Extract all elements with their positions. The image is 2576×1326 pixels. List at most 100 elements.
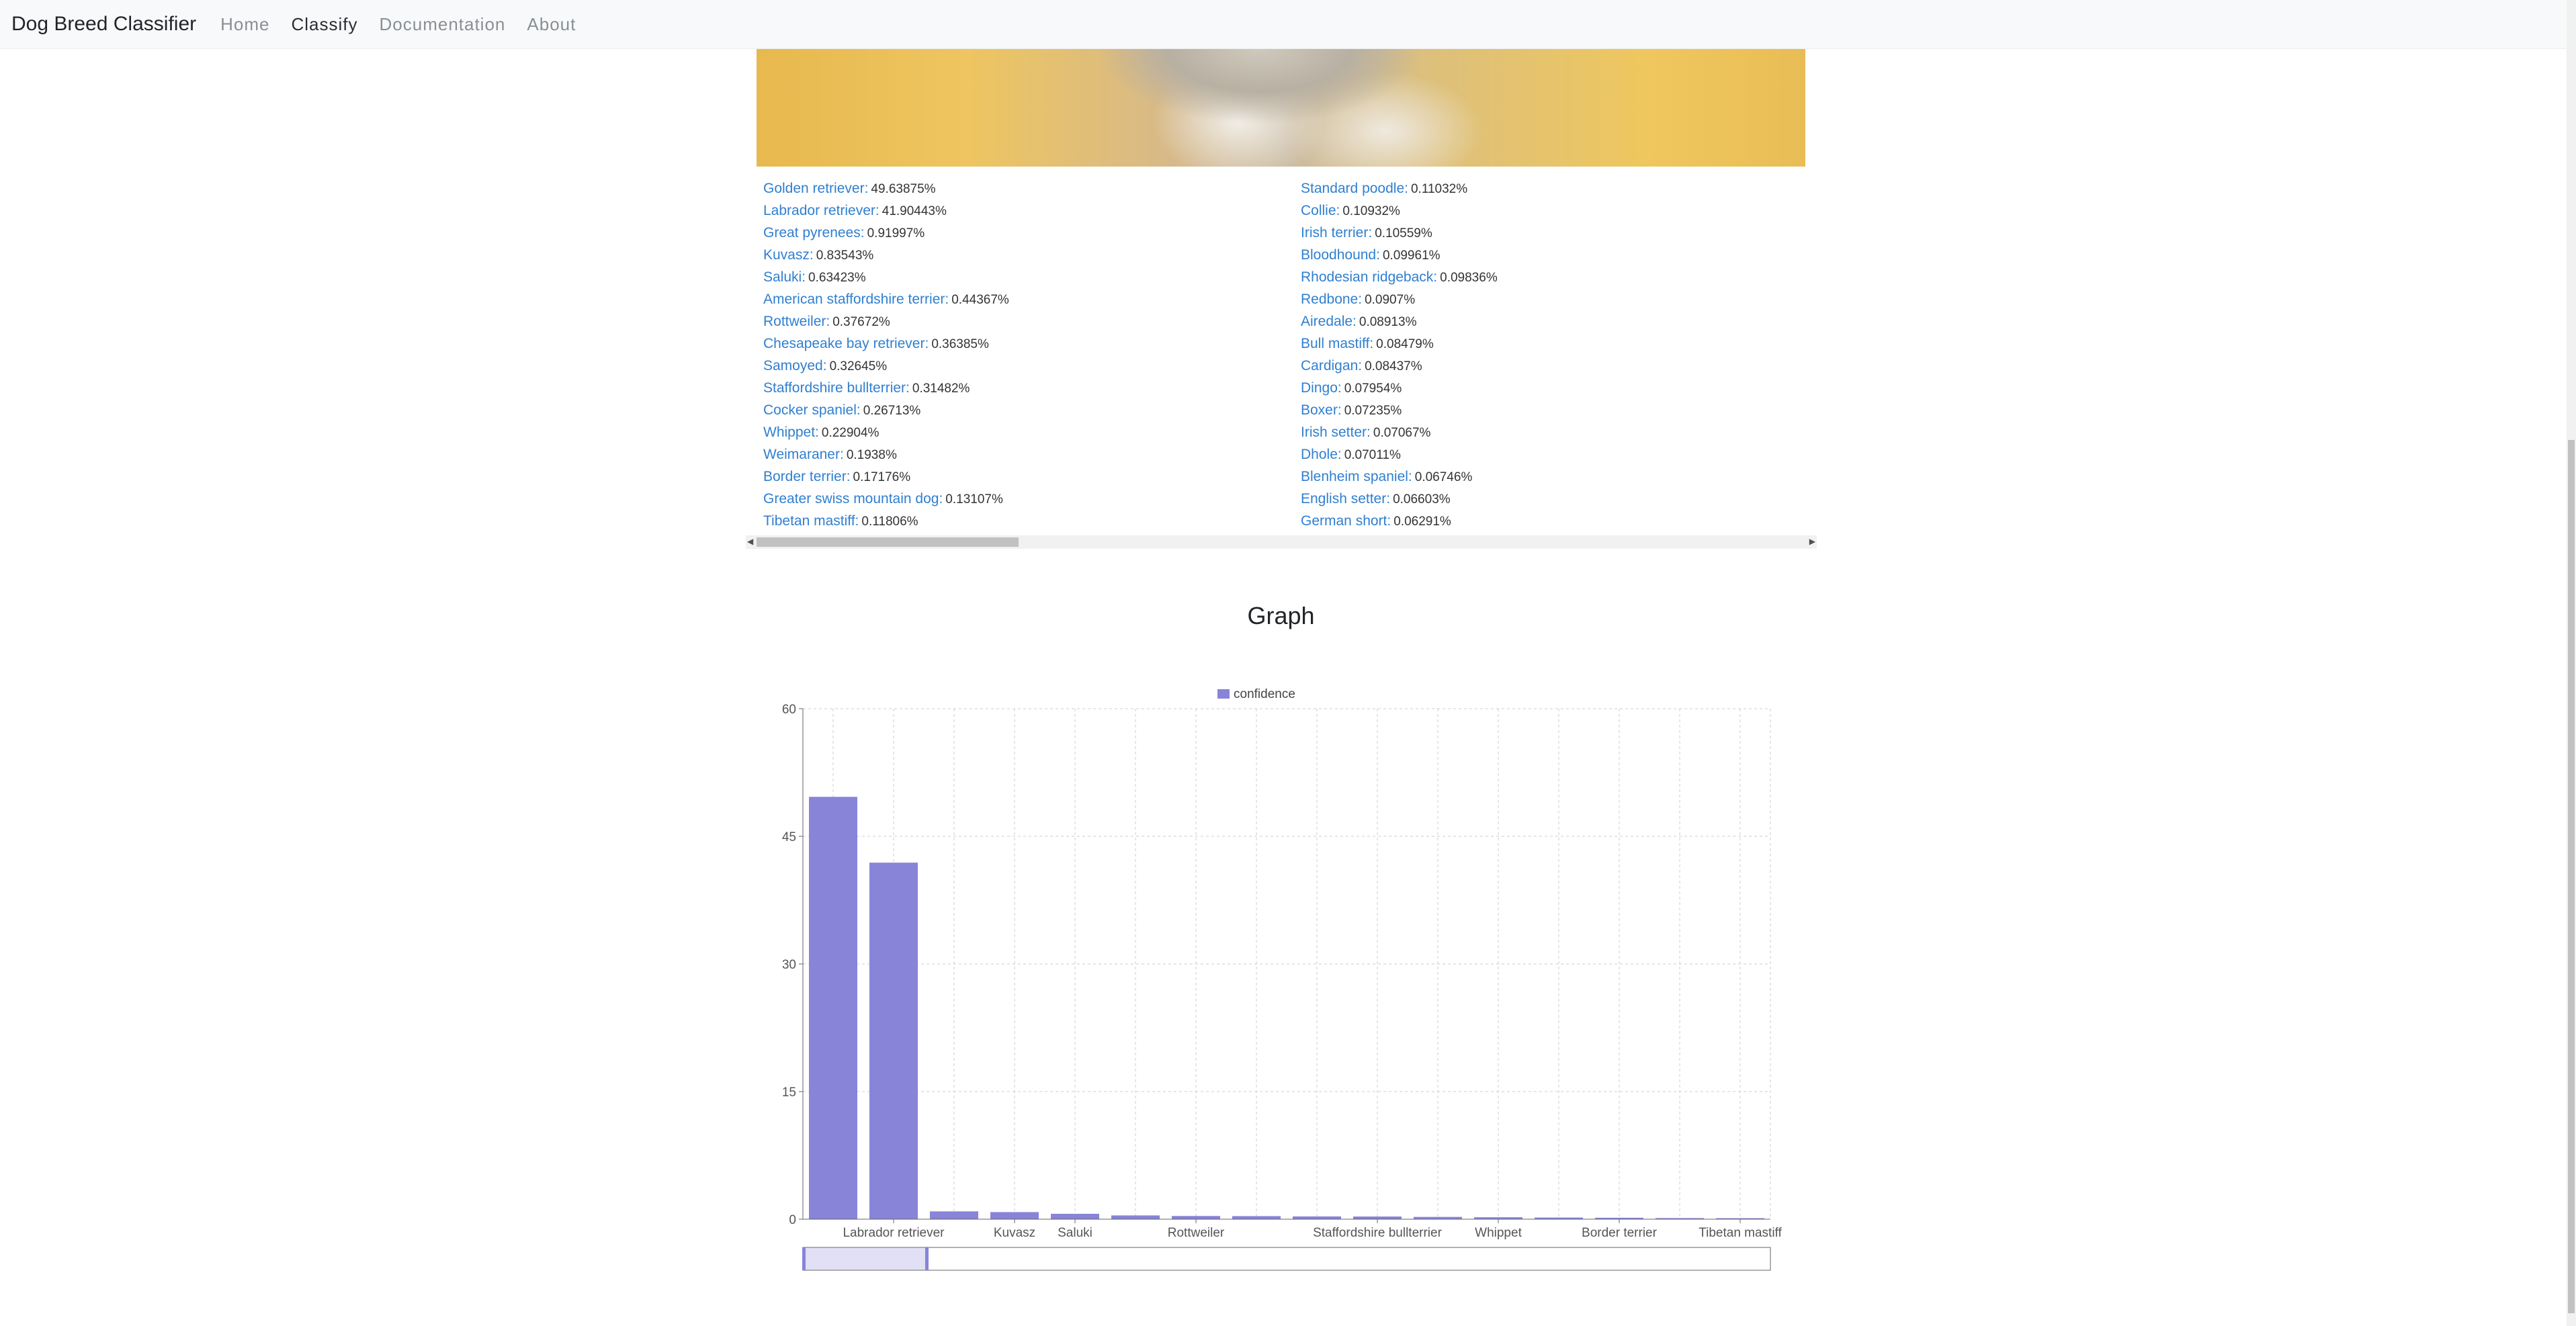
breed-link[interactable]: Rhodesian ridgeback:: [1301, 269, 1437, 285]
breed-link[interactable]: Blenheim spaniel:: [1301, 469, 1412, 484]
nav-classify[interactable]: Classify: [291, 14, 357, 35]
brush[interactable]: [802, 1247, 1771, 1271]
scroll-right-arrow-icon[interactable]: ▶: [1809, 537, 1815, 546]
breed-link[interactable]: Boxer:: [1301, 402, 1342, 418]
prediction-item: Staffordshire bullterrier: 0.31482%: [763, 377, 1009, 399]
breed-confidence: 0.09961%: [1382, 249, 1441, 263]
breed-link[interactable]: Dhole:: [1301, 447, 1342, 462]
breed-link[interactable]: Cardigan:: [1301, 358, 1362, 373]
breed-confidence: 0.09836%: [1440, 271, 1498, 285]
prediction-item: Bull mastiff: 0.08479%: [1301, 333, 1498, 355]
breed-link[interactable]: Weimaraner:: [763, 447, 844, 462]
breed-link[interactable]: Irish setter:: [1301, 425, 1371, 440]
breed-link[interactable]: Airedale:: [1301, 314, 1357, 329]
prediction-item: Labrador retriever: 41.90443%: [763, 200, 1009, 222]
prediction-item: Blenheim spaniel: 0.06746%: [1301, 466, 1498, 488]
horizontal-scroll-thumb[interactable]: [757, 537, 1019, 547]
breed-confidence: 0.10559%: [1375, 226, 1432, 240]
prediction-item: Redbone: 0.0907%: [1301, 288, 1498, 310]
horizontal-scrollbar[interactable]: ◀ ▶: [746, 535, 1817, 549]
bar: [869, 863, 918, 1219]
prediction-item: Great pyrenees: 0.91997%: [763, 222, 1009, 244]
prediction-item: Rhodesian ridgeback: 0.09836%: [1301, 266, 1498, 288]
nav-documentation[interactable]: Documentation: [380, 14, 506, 35]
prediction-item: Bloodhound: 0.09961%: [1301, 244, 1498, 266]
breed-link[interactable]: Redbone:: [1301, 292, 1362, 307]
breed-link[interactable]: Standard poodle:: [1301, 181, 1408, 196]
breed-confidence: 0.11032%: [1410, 182, 1468, 196]
confidence-bar-chart: confidence 0 15 30 45 60 Labrador retriever Kuv…: [782, 687, 1782, 1271]
navbar: Dog Breed Classifier Home Classify Docum…: [0, 0, 2567, 49]
prediction-item: English setter: 0.06603%: [1301, 488, 1498, 510]
breed-link[interactable]: Labrador retriever:: [763, 203, 879, 218]
bar: [809, 797, 857, 1219]
prediction-item: Dingo: 0.07954%: [1301, 377, 1498, 399]
breed-confidence: 0.11806%: [861, 515, 918, 529]
breed-link[interactable]: Whippet:: [763, 425, 819, 440]
breed-confidence: 0.26713%: [863, 404, 921, 418]
prediction-list: Golden retriever: 49.63875% Labrador retri…: [757, 177, 1818, 540]
graph-heading: Graph: [1247, 602, 1315, 629]
vertical-scrollbar[interactable]: [2567, 0, 2576, 1326]
nav-home[interactable]: Home: [220, 14, 269, 35]
breed-link[interactable]: German short:: [1301, 513, 1391, 529]
prediction-column-left: Golden retriever: 49.63875% Labrador retri…: [763, 177, 1009, 532]
x-tick-label: Whippet: [1475, 1226, 1522, 1240]
breed-link[interactable]: Bull mastiff:: [1301, 336, 1373, 351]
prediction-item: Irish setter: 0.07067%: [1301, 421, 1498, 443]
y-tick-label: 45: [782, 830, 796, 844]
breed-link[interactable]: American staffordshire terrier:: [763, 292, 949, 307]
prediction-item: Cocker spaniel: 0.26713%: [763, 399, 1009, 421]
breed-confidence: 0.06291%: [1393, 515, 1451, 529]
nav-about[interactable]: About: [527, 14, 576, 35]
bar: [1414, 1217, 1462, 1219]
breed-link[interactable]: Greater swiss mountain dog:: [763, 491, 943, 506]
prediction-item: Irish terrier: 0.10559%: [1301, 222, 1498, 244]
breed-link[interactable]: Great pyrenees:: [763, 225, 865, 240]
breed-link[interactable]: Tibetan mastiff:: [763, 513, 859, 529]
brand-link[interactable]: Dog Breed Classifier: [11, 13, 196, 36]
breed-link[interactable]: Kuvasz:: [763, 247, 814, 263]
legend-label: confidence: [1234, 687, 1295, 701]
breed-confidence: 0.36385%: [931, 337, 989, 351]
brush-handle-left[interactable]: [802, 1247, 806, 1270]
breed-confidence: 0.07067%: [1373, 426, 1431, 440]
bar: [930, 1211, 978, 1219]
breed-link[interactable]: Cocker spaniel:: [763, 402, 861, 418]
breed-link[interactable]: Samoyed:: [763, 358, 827, 373]
breed-link[interactable]: Saluki:: [763, 269, 806, 285]
prediction-item: Samoyed: 0.32645%: [763, 355, 1009, 377]
breed-link[interactable]: Collie:: [1301, 203, 1340, 218]
prediction-item: Greater swiss mountain dog: 0.13107%: [763, 488, 1009, 510]
breed-link[interactable]: Bloodhound:: [1301, 247, 1380, 263]
breed-confidence: 0.22904%: [821, 426, 879, 440]
scroll-left-arrow-icon[interactable]: ◀: [747, 537, 753, 546]
breed-confidence: 0.91997%: [867, 226, 925, 240]
brush-selection[interactable]: [804, 1247, 927, 1270]
breed-link[interactable]: Border terrier:: [763, 469, 851, 484]
y-tick-label: 0: [789, 1213, 796, 1227]
prediction-item: Tibetan mastiff: 0.11806%: [763, 510, 1009, 532]
breed-link[interactable]: Rottweiler:: [763, 314, 830, 329]
vertical-scroll-thumb[interactable]: [2568, 440, 2575, 1313]
prediction-item: Saluki: 0.63423%: [763, 266, 1009, 288]
breed-link[interactable]: Chesapeake bay retriever:: [763, 336, 929, 351]
breed-confidence: 0.31482%: [912, 382, 970, 396]
breed-confidence: 0.07954%: [1344, 382, 1402, 396]
breed-confidence: 0.13107%: [945, 492, 1003, 506]
breed-confidence: 0.1938%: [846, 448, 897, 462]
breed-link[interactable]: Dingo:: [1301, 380, 1342, 396]
breed-link[interactable]: Irish terrier:: [1301, 225, 1372, 240]
breed-confidence: 0.44367%: [951, 293, 1009, 307]
y-tick-label: 15: [782, 1086, 796, 1100]
breed-link[interactable]: Staffordshire bullterrier:: [763, 380, 910, 396]
x-tick-label: Kuvasz: [994, 1226, 1035, 1240]
uploaded-dog-image: [757, 49, 1805, 167]
breed-link[interactable]: English setter:: [1301, 491, 1390, 506]
breed-confidence: 0.10932%: [1342, 204, 1400, 218]
breed-confidence: 0.37672%: [832, 315, 890, 329]
brush-handle-right[interactable]: [925, 1247, 929, 1270]
bar: [1172, 1216, 1220, 1219]
bar: [1293, 1216, 1341, 1219]
breed-link[interactable]: Golden retriever:: [763, 181, 868, 196]
